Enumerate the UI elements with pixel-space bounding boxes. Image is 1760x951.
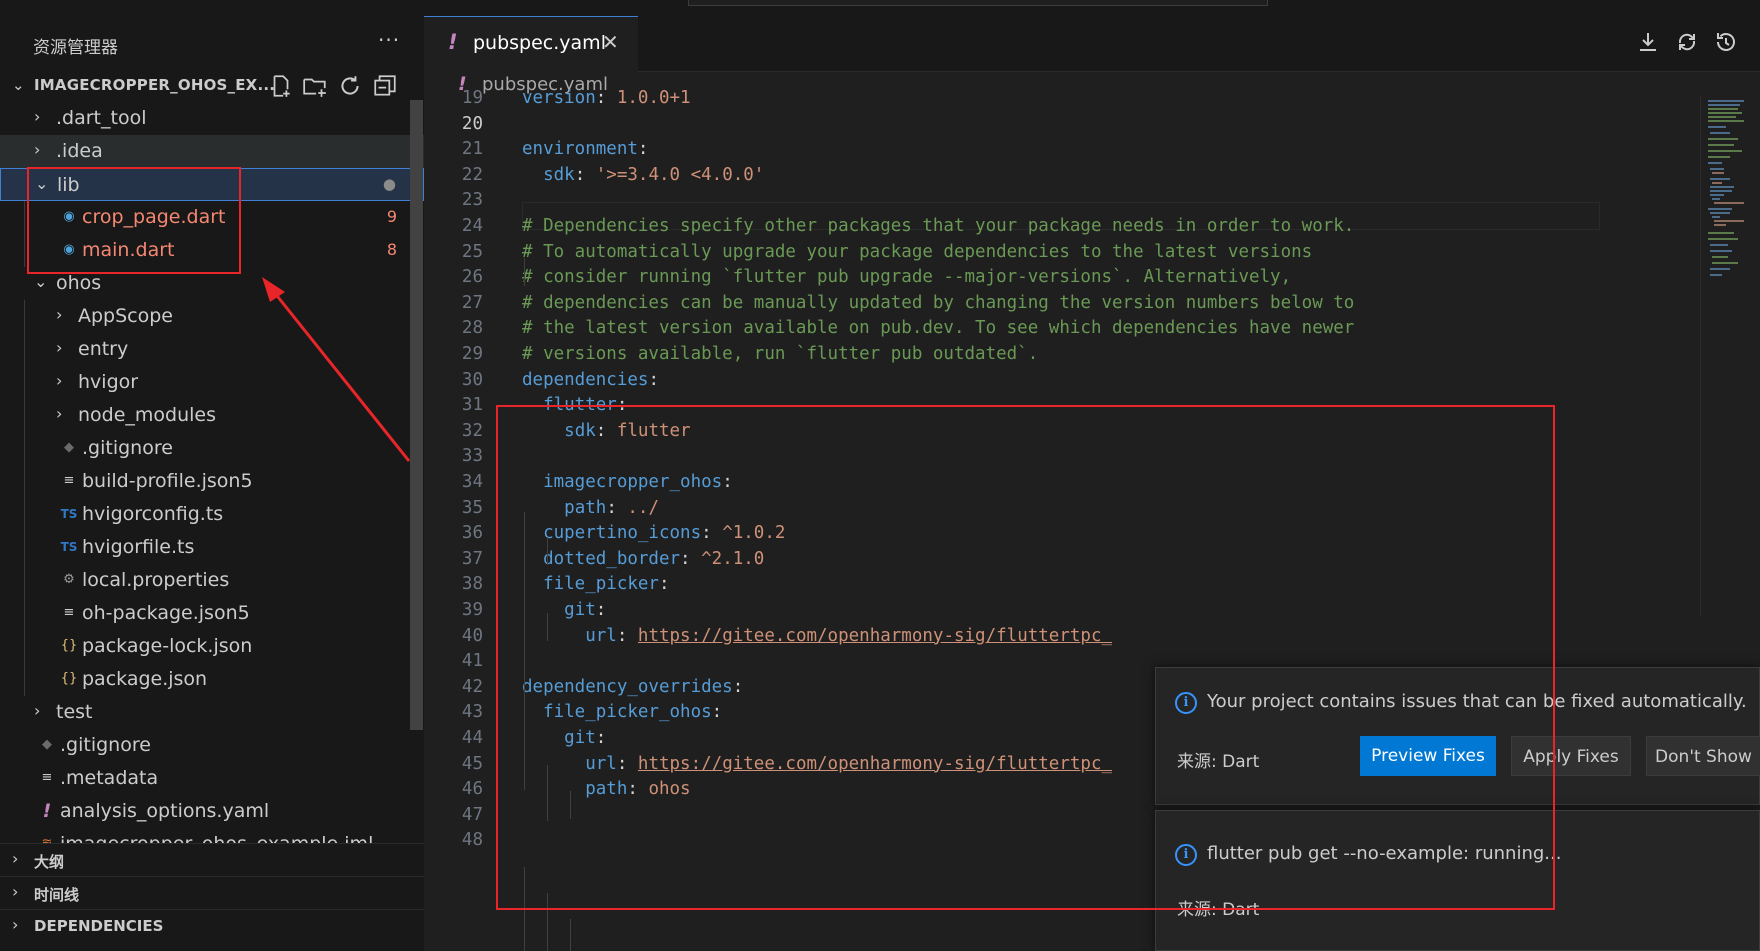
annotation-arrow: [262, 277, 411, 462]
